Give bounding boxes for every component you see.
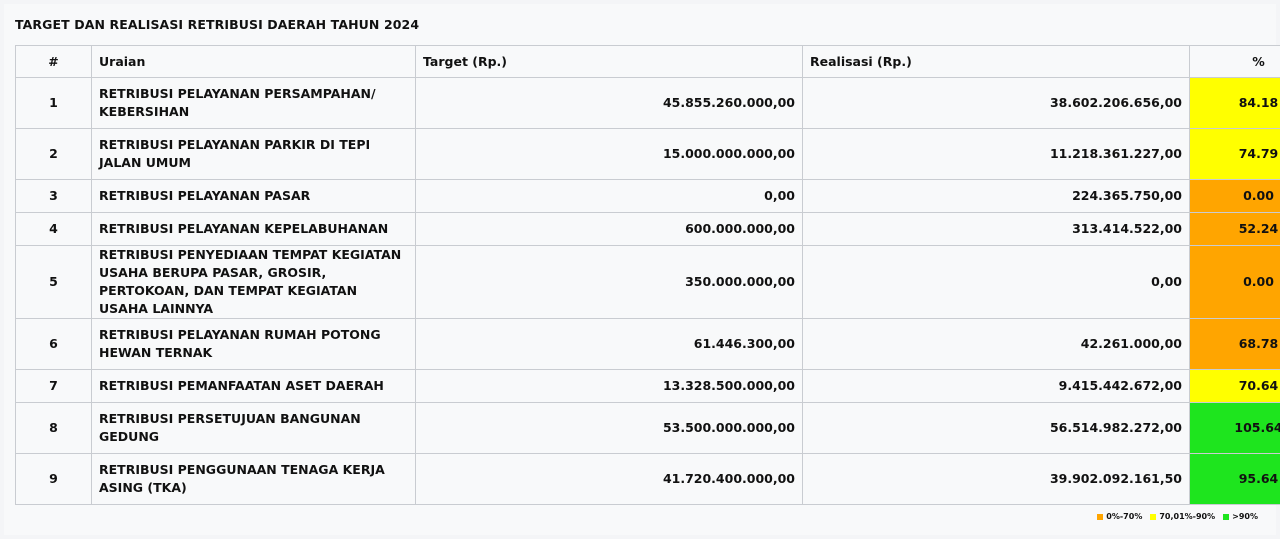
row-percent: 70.64 [1189, 369, 1280, 403]
table-row: 9 RETRIBUSI PENGGUNAAN TENAGA KERJA ASIN… [15, 453, 1280, 505]
table-row: 3 RETRIBUSI PELAYANAN PASAR 0,00 224.365… [15, 179, 1280, 213]
legend-item-high: >90% [1223, 512, 1258, 521]
row-uraian: RETRIBUSI PELAYANAN KEPELABUHANAN [91, 212, 416, 246]
row-realisasi: 39.902.092.161,50 [802, 453, 1190, 505]
row-number: 2 [15, 128, 92, 180]
row-percent: 0.00 [1189, 179, 1280, 213]
row-number: 8 [15, 402, 92, 454]
legend-swatch-icon [1097, 513, 1104, 520]
row-uraian: RETRIBUSI PEMANFAATAN ASET DAERAH [91, 369, 416, 403]
row-realisasi: 313.414.522,00 [802, 212, 1190, 246]
legend-label: >90% [1232, 512, 1258, 521]
table-row: 6 RETRIBUSI PELAYANAN RUMAH POTONG HEWAN… [15, 318, 1280, 370]
column-header-uraian: Uraian [91, 45, 416, 78]
row-number: 3 [15, 179, 92, 213]
row-target: 0,00 [415, 179, 803, 213]
row-target: 53.500.000.000,00 [415, 402, 803, 454]
row-uraian: RETRIBUSI PENGGUNAAN TENAGA KERJA ASING … [91, 453, 416, 505]
row-uraian: RETRIBUSI PELAYANAN RUMAH POTONG HEWAN T… [91, 318, 416, 370]
row-percent: 84.18 [1189, 77, 1280, 129]
table-row: 4 RETRIBUSI PELAYANAN KEPELABUHANAN 600.… [15, 212, 1280, 246]
row-target: 15.000.000.000,00 [415, 128, 803, 180]
table-header-row: # Uraian Target (Rp.) Realisasi (Rp.) % [15, 45, 1280, 78]
row-target: 41.720.400.000,00 [415, 453, 803, 505]
row-realisasi: 56.514.982.272,00 [802, 402, 1190, 454]
legend-item-low: 0%-70% [1097, 512, 1142, 521]
row-uraian: RETRIBUSI PELAYANAN PARKIR DI TEPI JALAN… [91, 128, 416, 180]
row-number: 7 [15, 369, 92, 403]
percent-legend: 0%-70% 70,01%-90% >90% [1097, 512, 1258, 521]
row-number: 9 [15, 453, 92, 505]
row-target: 61.446.300,00 [415, 318, 803, 370]
row-realisasi: 38.602.206.656,00 [802, 77, 1190, 129]
legend-swatch-icon [1223, 513, 1230, 520]
table-row: 1 RETRIBUSI PELAYANAN PERSAMPAHAN/ KEBER… [15, 77, 1280, 129]
row-percent: 52.24 [1189, 212, 1280, 246]
column-header-no: # [15, 45, 92, 78]
row-percent: 74.79 [1189, 128, 1280, 180]
row-number: 4 [15, 212, 92, 246]
legend-label: 70,01%-90% [1159, 512, 1216, 521]
row-uraian: RETRIBUSI PENYEDIAAN TEMPAT KEGIATAN USA… [91, 245, 416, 319]
row-realisasi: 224.365.750,00 [802, 179, 1190, 213]
legend-item-mid: 70,01%-90% [1150, 512, 1215, 521]
table-row: 5 RETRIBUSI PENYEDIAAN TEMPAT KEGIATAN U… [15, 245, 1280, 319]
table-row: 7 RETRIBUSI PEMANFAATAN ASET DAERAH 13.3… [15, 369, 1280, 403]
table-row: 2 RETRIBUSI PELAYANAN PARKIR DI TEPI JAL… [15, 128, 1280, 180]
legend-swatch-icon [1150, 513, 1157, 520]
row-number: 6 [15, 318, 92, 370]
table-row: 8 RETRIBUSI PERSETUJUAN BANGUNAN GEDUNG … [15, 402, 1280, 454]
row-number: 1 [15, 77, 92, 129]
row-uraian: RETRIBUSI PERSETUJUAN BANGUNAN GEDUNG [91, 402, 416, 454]
page-title: TARGET DAN REALISASI RETRIBUSI DAERAH TA… [15, 17, 420, 32]
column-header-target: Target (Rp.) [415, 45, 803, 78]
legend-label: 0%-70% [1106, 512, 1143, 521]
row-percent: 105.64 [1189, 402, 1280, 454]
row-target: 600.000.000,00 [415, 212, 803, 246]
retribusi-table: # Uraian Target (Rp.) Realisasi (Rp.) % … [15, 45, 1280, 505]
row-target: 45.855.260.000,00 [415, 77, 803, 129]
row-uraian: RETRIBUSI PELAYANAN PERSAMPAHAN/ KEBERSI… [91, 77, 416, 129]
row-percent: 0.00 [1189, 245, 1280, 319]
column-header-realisasi: Realisasi (Rp.) [802, 45, 1190, 78]
row-realisasi: 42.261.000,00 [802, 318, 1190, 370]
row-target: 350.000.000,00 [415, 245, 803, 319]
row-uraian: RETRIBUSI PELAYANAN PASAR [91, 179, 416, 213]
row-realisasi: 11.218.361.227,00 [802, 128, 1190, 180]
row-realisasi: 0,00 [802, 245, 1190, 319]
column-header-percent: % [1189, 45, 1280, 78]
row-number: 5 [15, 245, 92, 319]
row-percent: 95.64 [1189, 453, 1280, 505]
row-percent: 68.78 [1189, 318, 1280, 370]
row-realisasi: 9.415.442.672,00 [802, 369, 1190, 403]
row-target: 13.328.500.000,00 [415, 369, 803, 403]
